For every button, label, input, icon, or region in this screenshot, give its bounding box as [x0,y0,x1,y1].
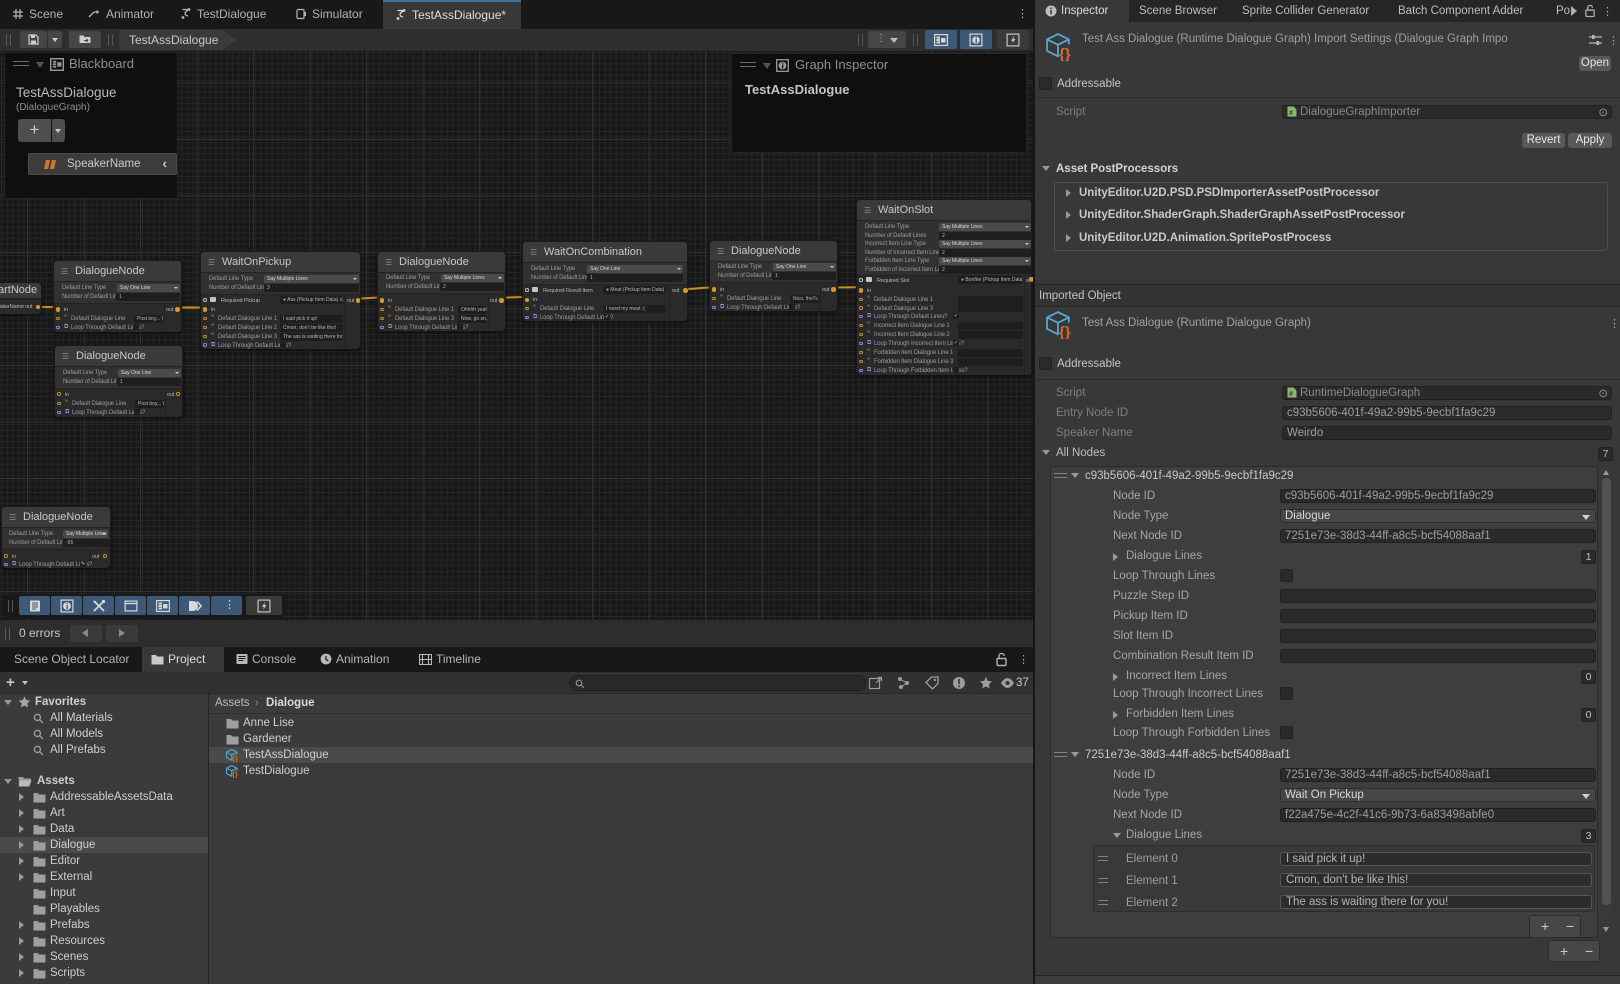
svg-text:{}: {} [232,770,238,778]
svg-text:#: # [1289,110,1293,117]
svg-text:#: # [1289,391,1293,398]
svg-text:{}: {} [1059,324,1071,339]
svg-text:{}: {} [232,754,238,762]
svg-text:{}: {} [1059,46,1071,61]
